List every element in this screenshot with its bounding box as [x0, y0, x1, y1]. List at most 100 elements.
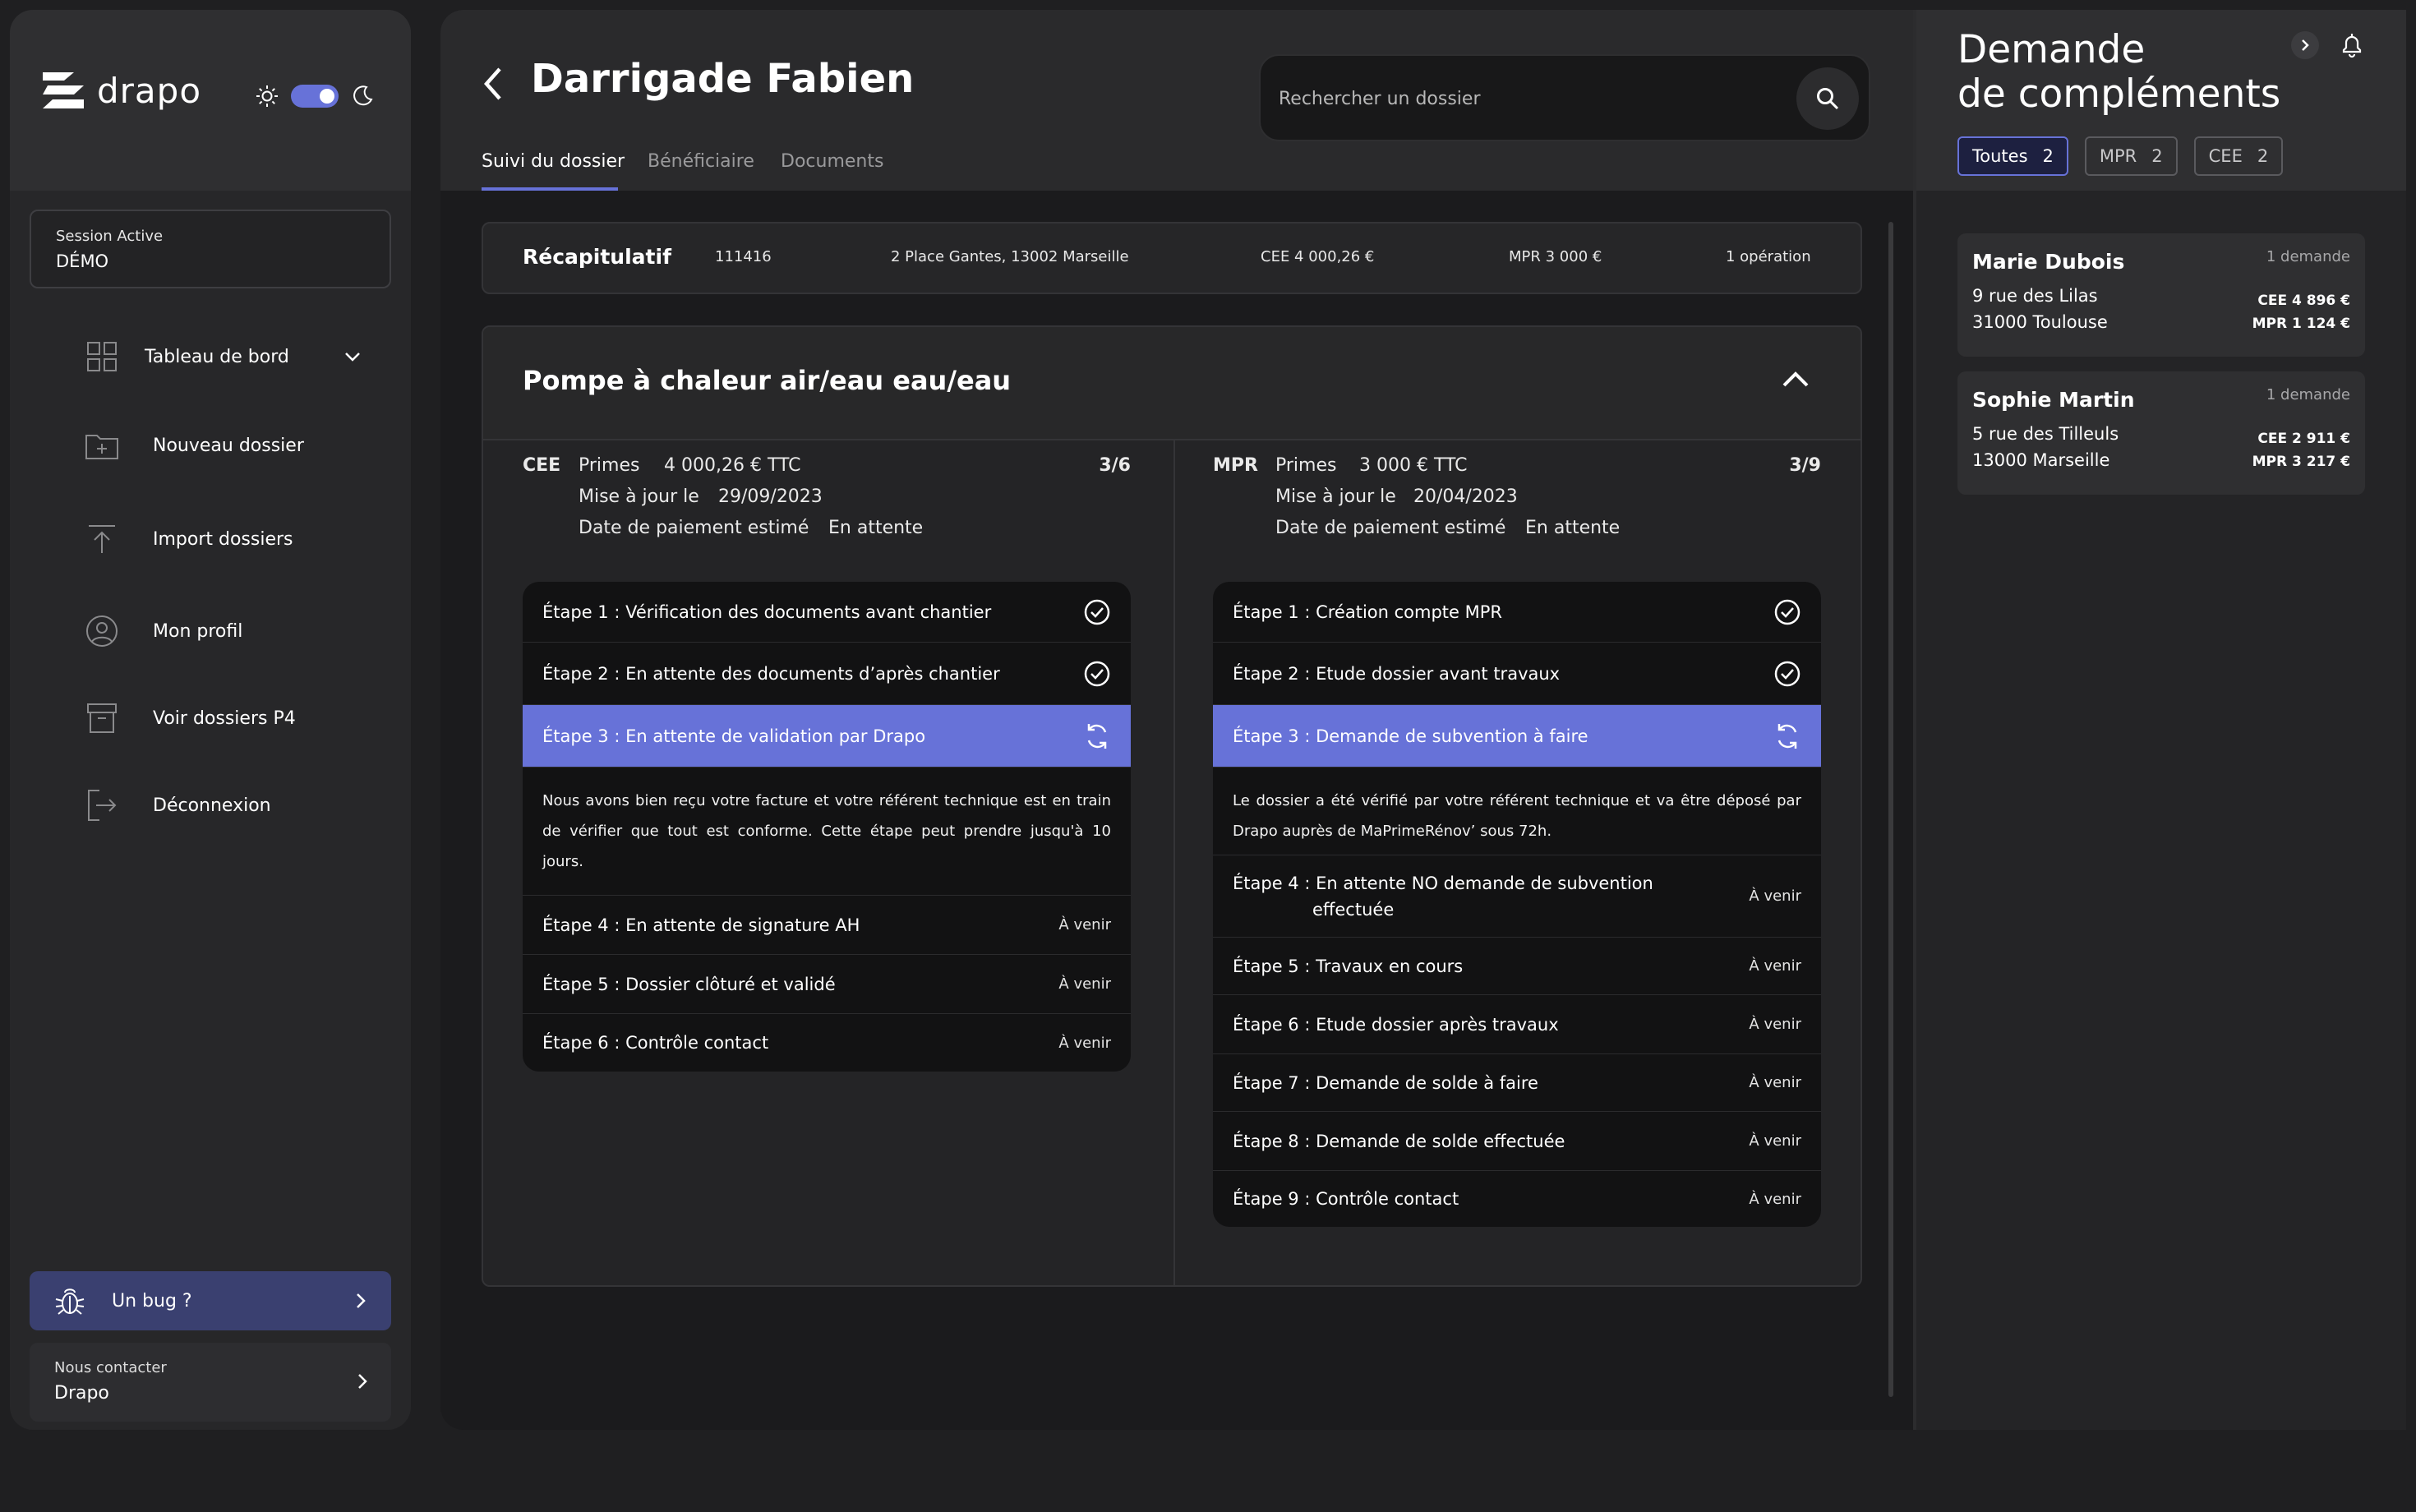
paiement-label: Date de paiement estimé	[579, 518, 809, 538]
filter-toutes[interactable]: Toutes 2	[1957, 136, 2068, 176]
operation-card: Pompe à chaleur air/eau eau/eau CEE Prim…	[482, 325, 1862, 1287]
primes-value: 4 000,26 € TTC	[664, 455, 801, 476]
nav-label: Voir dossiers P4	[153, 708, 296, 729]
step-label-line1: Étape 4 : En attente NO demande de subve…	[1233, 873, 1653, 893]
nav-item-mon-profil[interactable]: Mon profil	[84, 606, 242, 656]
nav-item-nouveau-dossier[interactable]: Nouveau dossier	[84, 421, 304, 470]
filter-count: 2	[2151, 146, 2163, 166]
tab-beneficiaire[interactable]: Bénéficiaire	[648, 151, 754, 172]
theme-toggle[interactable]	[255, 84, 375, 108]
moon-icon	[353, 85, 373, 106]
bug-report-button[interactable]: Un bug ?	[30, 1271, 391, 1330]
step-label: Étape 7 : Demande de solde à faire	[1233, 1072, 1538, 1093]
operation-title: Pompe à chaleur air/eau eau/eau	[523, 365, 1012, 396]
card-address-line1: 9 rue des Lilas	[1972, 286, 2098, 306]
sidebar: drapo Session Active DÉMO Tableau de bor…	[10, 10, 411, 1430]
nav-item-import-dossiers[interactable]: Import dossiers	[84, 514, 293, 564]
collapse-panel-button[interactable]	[2291, 31, 2319, 59]
filter-label: Toutes	[1972, 146, 2028, 166]
nav-item-deconnexion[interactable]: Déconnexion	[84, 781, 271, 830]
archive-icon	[84, 700, 120, 736]
recap-address: 2 Place Gantes, 13002 Marseille	[891, 248, 1129, 265]
step-label: Étape 4 : En attente de signature AH	[542, 915, 860, 935]
recap-bar: Récapitulatif 111416 2 Place Gantes, 130…	[482, 222, 1862, 294]
maj-value: 20/04/2023	[1413, 486, 1518, 507]
step-label: Étape 5 : Dossier clôturé et validé	[542, 974, 836, 994]
step-item[interactable]: Étape 9 : Contrôle contact À venir	[1213, 1171, 1821, 1227]
card-address-line1: 5 rue des Tilleuls	[1972, 424, 2119, 444]
back-arrow-icon[interactable]	[482, 66, 505, 102]
operation-header[interactable]: Pompe à chaleur air/eau eau/eau	[483, 327, 1860, 440]
grid-icon	[84, 339, 120, 375]
step-item[interactable]: Étape 2 : Etude dossier avant travaux	[1213, 643, 1821, 705]
complement-card[interactable]: Sophie Martin 1 demande 5 rue des Tilleu…	[1957, 371, 2365, 495]
complements-title-line1: Demande	[1957, 27, 2146, 72]
search-input[interactable]	[1277, 79, 1770, 118]
step-label-line2: effectuée	[1312, 899, 1395, 920]
logout-icon	[84, 787, 120, 823]
cee-meta: CEE Primes 4 000,26 € TTC 3/6 Mise à jou…	[523, 440, 1131, 580]
complement-card[interactable]: Marie Dubois 1 demande 9 rue des Lilas 3…	[1957, 233, 2365, 357]
chevron-right-icon	[2302, 39, 2309, 51]
step-item[interactable]: Étape 1 : Création compte MPR	[1213, 582, 1821, 643]
mpr-meta: MPR Primes 3 000 € TTC 3/9 Mise à jour l…	[1213, 440, 1821, 580]
filter-label: MPR	[2099, 146, 2137, 166]
step-label: Étape 1 : Création compte MPR	[1233, 602, 1502, 622]
maj-label: Mise à jour le	[579, 486, 699, 507]
step-label: Étape 6 : Etude dossier après travaux	[1233, 1014, 1559, 1035]
step-item[interactable]: Étape 4 : En attente NO demande de subve…	[1213, 855, 1821, 938]
main-scrollbar[interactable]	[1888, 222, 1893, 1397]
step-item[interactable]: Étape 1 : Vérification des documents ava…	[523, 582, 1131, 643]
filter-count: 2	[2042, 146, 2054, 166]
recap-cee: CEE 4 000,26 €	[1261, 248, 1375, 265]
step-item-active[interactable]: Étape 3 : Demande de subvention à faire	[1213, 705, 1821, 768]
step-item[interactable]: Étape 6 : Etude dossier après travaux À …	[1213, 995, 1821, 1054]
step-item[interactable]: Étape 8 : Demande de solde effectuée À v…	[1213, 1112, 1821, 1171]
step-status: À venir	[1749, 1016, 1801, 1033]
chevron-up-icon[interactable]	[1782, 370, 1810, 388]
nav-label: Déconnexion	[153, 795, 271, 816]
nav-label: Import dossiers	[153, 528, 293, 550]
step-item[interactable]: Étape 4 : En attente de signature AH À v…	[523, 896, 1131, 955]
filter-mpr[interactable]: MPR 2	[2084, 136, 2178, 176]
tab-suivi-du-dossier[interactable]: Suivi du dossier	[482, 151, 625, 172]
step-item[interactable]: Étape 7 : Demande de solde à faire À ven…	[1213, 1054, 1821, 1112]
card-name: Sophie Martin	[1972, 388, 2135, 412]
primes-value: 3 000 € TTC	[1359, 455, 1468, 476]
bug-icon	[55, 1288, 85, 1315]
step-item[interactable]: Étape 5 : Dossier clôturé et validé À ve…	[523, 955, 1131, 1014]
chevron-right-icon	[358, 1374, 367, 1389]
step-status: À venir	[1749, 1132, 1801, 1150]
nav-item-voir-dossiers-p4[interactable]: Voir dossiers P4	[84, 694, 296, 743]
card-name: Marie Dubois	[1972, 250, 2125, 274]
nav-item-tableau-de-bord[interactable]: Tableau de bord	[84, 332, 362, 381]
step-item[interactable]: Étape 2 : En attente des documents d’apr…	[523, 643, 1131, 705]
nav-label: Nouveau dossier	[153, 435, 304, 456]
paiement-label: Date de paiement estimé	[1275, 518, 1506, 538]
paiement-value: En attente	[1525, 518, 1621, 538]
complements-panel: Demande de compléments Toutes 2 MPR 2 CE…	[1913, 10, 2406, 1430]
search-button[interactable]	[1796, 67, 1859, 130]
chevron-down-icon[interactable]	[343, 351, 362, 362]
step-item-active[interactable]: Étape 3 : En attente de validation par D…	[523, 705, 1131, 768]
tab-documents[interactable]: Documents	[781, 151, 883, 172]
step-label: Étape 2 : Etude dossier avant travaux	[1233, 663, 1561, 684]
page-title: Darrigade Fabien	[531, 56, 915, 102]
complements-title: Demande de compléments	[1957, 28, 2280, 117]
contact-button[interactable]: Nous contacter Drapo	[30, 1343, 391, 1422]
filter-cee[interactable]: CEE 2	[2193, 136, 2284, 176]
logo[interactable]: drapo	[41, 69, 201, 112]
maj-value: 29/09/2023	[718, 486, 823, 507]
theme-switch[interactable]	[291, 85, 339, 108]
program-label: CEE	[523, 455, 561, 476]
check-circle-icon	[1774, 599, 1800, 625]
folder-plus-icon	[84, 427, 120, 463]
step-label: Étape 8 : Demande de solde effectuée	[1233, 1131, 1565, 1151]
check-circle-icon	[1774, 661, 1800, 686]
step-item[interactable]: Étape 6 : Contrôle contact À venir	[523, 1014, 1131, 1072]
step-item[interactable]: Étape 5 : Travaux en cours À venir	[1213, 938, 1821, 995]
bell-icon[interactable]	[2340, 32, 2363, 58]
card-mpr: MPR 3 217 €	[2252, 454, 2350, 470]
complements-filters: Toutes 2 MPR 2 CEE 2	[1957, 136, 2284, 176]
step-label: Étape 6 : Contrôle contact	[542, 1033, 769, 1053]
